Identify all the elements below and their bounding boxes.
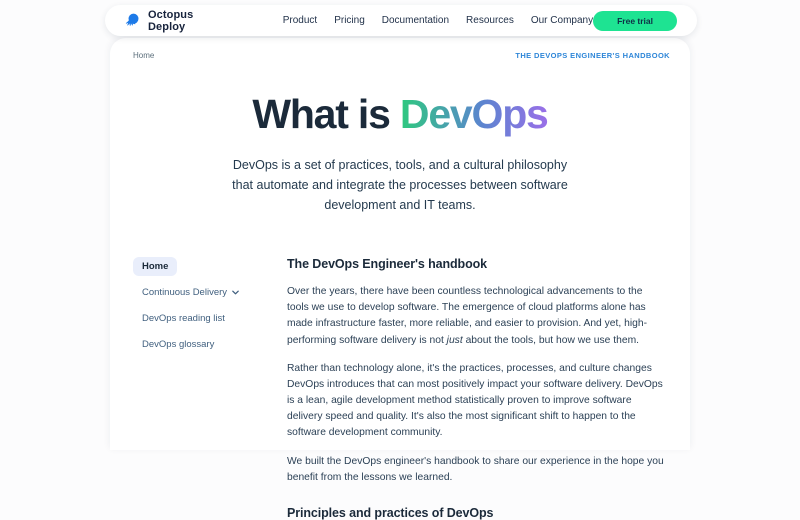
sidebar-item-label: DevOps reading list bbox=[142, 313, 225, 324]
article-paragraph: We built the DevOps engineer's handbook … bbox=[287, 454, 667, 486]
sidebar: Home Continuous Delivery DevOps reading … bbox=[133, 257, 281, 520]
sidebar-item-label: Home bbox=[142, 261, 168, 272]
article-body: Over the years, there have been countles… bbox=[287, 284, 667, 486]
sidebar-item-devops-glossary[interactable]: DevOps glossary bbox=[133, 335, 223, 354]
page-title-prefix: What is bbox=[252, 91, 400, 137]
nav-item-documentation[interactable]: Documentation bbox=[382, 15, 449, 26]
nav-item-product[interactable]: Product bbox=[283, 15, 317, 26]
sidebar-item-home[interactable]: Home bbox=[133, 257, 177, 276]
sidebar-item-continuous-delivery[interactable]: Continuous Delivery bbox=[133, 283, 249, 302]
octopus-icon bbox=[125, 12, 142, 29]
nav-item-our-company[interactable]: Our Company bbox=[531, 15, 593, 26]
article-paragraph: Over the years, there have been countles… bbox=[287, 284, 667, 349]
hero-subtitle: DevOps is a set of practices, tools, and… bbox=[224, 155, 576, 215]
article-paragraph: Rather than technology alone, it's the p… bbox=[287, 361, 667, 442]
article-heading: The DevOps Engineer's handbook bbox=[287, 257, 667, 271]
breadcrumb[interactable]: Home bbox=[133, 51, 154, 60]
article: The DevOps Engineer's handbook Over the … bbox=[281, 257, 667, 520]
content-columns: Home Continuous Delivery DevOps reading … bbox=[110, 257, 690, 520]
top-nav: Octopus Deploy Product Pricing Documenta… bbox=[105, 5, 697, 36]
article-subheading: Principles and practices of DevOps bbox=[287, 506, 667, 520]
page: Octopus Deploy Product Pricing Documenta… bbox=[0, 0, 800, 450]
handbook-series-link[interactable]: THE DEVOPS ENGINEER'S HANDBOOK bbox=[515, 51, 670, 60]
sidebar-item-devops-reading-list[interactable]: DevOps reading list bbox=[133, 309, 234, 328]
content-card: Home THE DEVOPS ENGINEER'S HANDBOOK What… bbox=[110, 38, 690, 450]
chevron-down-icon bbox=[231, 288, 240, 297]
nav-item-pricing[interactable]: Pricing bbox=[334, 15, 365, 26]
meta-row: Home THE DEVOPS ENGINEER'S HANDBOOK bbox=[110, 38, 690, 60]
sidebar-item-label: Continuous Delivery bbox=[142, 287, 227, 298]
page-title: What is DevOps bbox=[110, 92, 690, 137]
page-title-highlight: DevOps bbox=[400, 91, 548, 137]
brand-logo-link[interactable]: Octopus Deploy bbox=[125, 9, 221, 33]
brand-name: Octopus Deploy bbox=[148, 9, 221, 33]
hero-section: What is DevOps DevOps is a set of practi… bbox=[110, 92, 690, 215]
nav-item-resources[interactable]: Resources bbox=[466, 15, 514, 26]
free-trial-button[interactable]: Free trial bbox=[593, 11, 677, 31]
nav-links: Product Pricing Documentation Resources … bbox=[283, 15, 593, 26]
sidebar-item-label: DevOps glossary bbox=[142, 339, 214, 350]
